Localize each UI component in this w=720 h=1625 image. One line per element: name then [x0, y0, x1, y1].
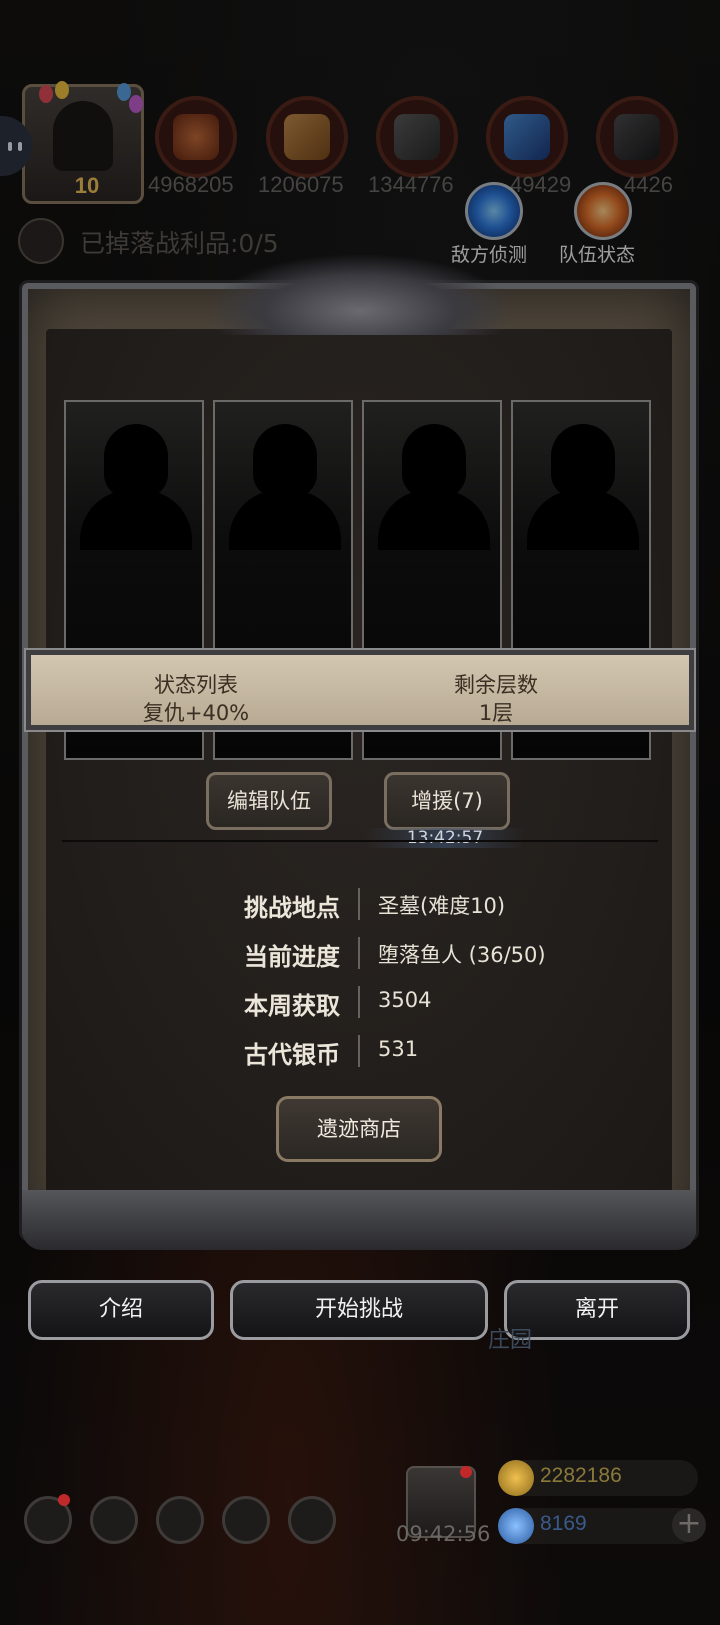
gold-value: 2282186 [540, 1464, 622, 1487]
add-currency-button[interactable]: + [672, 1508, 706, 1542]
silhouette-body [229, 490, 341, 550]
guild-icon[interactable] [156, 1496, 204, 1544]
status-value: 复仇+40% [142, 701, 250, 725]
silhouette-body [378, 490, 490, 550]
info-value-silver: 531 [378, 1037, 419, 1061]
background-manor-label: 庄园 [488, 1328, 533, 1353]
gold-balance[interactable]: 2282186 [498, 1460, 698, 1496]
intro-button[interactable]: 介绍 [28, 1280, 214, 1340]
silhouette-icon [551, 424, 615, 498]
reinforce-timer: 13:42:57 [365, 828, 525, 848]
info-value-progress: 堕落鱼人 (36/50) [378, 943, 546, 967]
silhouette-body [527, 490, 639, 550]
gift-timer: 09:42:56 [396, 1522, 491, 1546]
status-table: 状态列表 剩余层数 复仇+40% 1层 [26, 650, 694, 730]
info-key-weekly: 本周获取 [244, 992, 340, 1020]
gem-value: 8169 [540, 1512, 587, 1535]
info-separator [358, 1035, 360, 1067]
info-key-silver: 古代银币 [244, 1041, 340, 1069]
divider [62, 840, 658, 842]
edit-team-button[interactable]: 编辑队伍 [206, 772, 332, 830]
info-key-location: 挑战地点 [244, 894, 340, 922]
info-separator [358, 986, 360, 1018]
relic-shop-button[interactable]: 遗迹商店 [276, 1096, 442, 1162]
silhouette-icon [402, 424, 466, 498]
start-challenge-button[interactable]: 开始挑战 [230, 1280, 488, 1340]
notification-dot [58, 1494, 70, 1506]
gem-balance[interactable]: 8169 [498, 1508, 698, 1544]
rank-icon[interactable] [90, 1496, 138, 1544]
gold-icon [498, 1460, 534, 1496]
info-separator [358, 888, 360, 920]
info-separator [358, 937, 360, 969]
status-list-header: 状态列表 [154, 673, 238, 697]
map-icon[interactable] [288, 1496, 336, 1544]
gem-icon [498, 1508, 534, 1544]
silhouette-icon [253, 424, 317, 498]
reinforce-button[interactable]: 增援(7) [384, 772, 510, 830]
notification-dot [460, 1466, 472, 1478]
mail-icon[interactable] [222, 1496, 270, 1544]
silhouette-body [80, 490, 192, 550]
silhouette-icon [104, 424, 168, 498]
remaining-layers-value: 1层 [478, 701, 514, 725]
dragon-crest-ornament [210, 255, 510, 335]
remaining-layers-header: 剩余层数 [454, 673, 538, 697]
panel-bottom-ornament [22, 1190, 696, 1250]
info-value-location: 圣墓(难度10) [378, 894, 506, 918]
info-key-progress: 当前进度 [244, 943, 340, 971]
info-value-weekly: 3504 [378, 988, 432, 1012]
